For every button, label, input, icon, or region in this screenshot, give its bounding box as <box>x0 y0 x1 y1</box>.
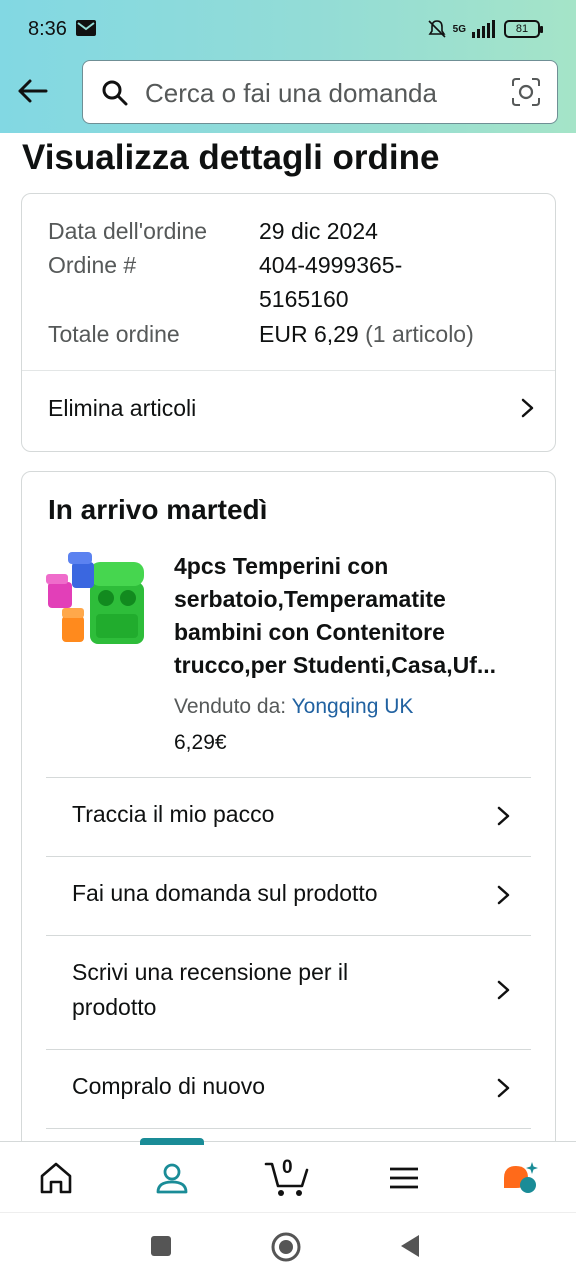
shipment-card: In arrivo martedì 4pcs Temperini con ser… <box>21 471 556 1171</box>
battery-icon: 81 <box>504 20 543 38</box>
chevron-right-icon <box>497 980 510 1000</box>
active-tab-indicator <box>140 1138 204 1145</box>
write-review-label: Scrivi una recensione per il prodotto <box>72 959 349 1020</box>
order-total-items: (1 articolo) <box>365 321 474 347</box>
chevron-right-icon <box>521 398 534 418</box>
order-number-value-line2: 5165160 <box>259 286 349 312</box>
sold-by: Venduto da: Yongqing UK <box>174 695 413 719</box>
order-date-label: Data dell'ordine <box>48 218 208 244</box>
order-summary-card: Data dell'ordine 29 dic 2024 Ordine # 40… <box>21 193 556 452</box>
network-type: 5G <box>452 23 466 35</box>
product-title[interactable]: 4pcs Temperini con serbatoio,Temperamati… <box>174 550 534 682</box>
track-package-label: Traccia il mio pacco <box>72 801 275 827</box>
camera-lens-icon[interactable] <box>511 77 541 107</box>
mail-notification-icon <box>76 20 96 36</box>
back-arrow-icon[interactable] <box>16 74 50 108</box>
search-bar[interactable]: Cerca o fai una domanda <box>82 60 558 124</box>
menu-icon[interactable] <box>384 1158 424 1198</box>
chevron-right-icon <box>497 806 510 826</box>
order-total-amount: EUR 6,29 <box>259 321 359 347</box>
status-time: 8:36 <box>28 18 67 40</box>
track-package-row[interactable]: Traccia il mio pacco <box>46 777 531 857</box>
mute-bell-icon <box>428 20 446 38</box>
delivery-heading: In arrivo martedì <box>48 494 268 525</box>
delete-items-label: Elimina articoli <box>48 395 197 421</box>
order-number-label: Ordine # <box>48 252 137 278</box>
order-total-value: EUR 6,29 (1 articolo) <box>259 317 474 351</box>
write-review-row[interactable]: Scrivi una recensione per il prodotto <box>46 935 531 1049</box>
account-icon[interactable] <box>152 1158 192 1198</box>
buy-again-row[interactable]: Compralo di nuovo <box>46 1049 531 1129</box>
order-number-value-line1: 404-4999365- <box>259 252 403 278</box>
product-price: 6,29€ <box>174 731 227 754</box>
order-total-label: Totale ordine <box>48 321 180 347</box>
signal-icon <box>472 20 495 38</box>
system-navigation-bar <box>0 1212 576 1280</box>
ask-question-row[interactable]: Fai una domanda sul prodotto <box>46 856 531 936</box>
search-icon <box>102 80 128 106</box>
product-image[interactable] <box>44 548 152 656</box>
battery-level: 81 <box>515 23 529 35</box>
search-input[interactable]: Cerca o fai una domanda <box>145 78 437 109</box>
home-button-icon[interactable] <box>270 1231 302 1263</box>
status-bar: 8:36 5G 81 <box>0 0 576 60</box>
buy-again-label: Compralo di nuovo <box>72 1073 266 1099</box>
page-title: Visualizza dettagli ordine <box>22 138 440 177</box>
delete-items-row[interactable]: Elimina articoli <box>22 371 555 451</box>
chevron-right-icon <box>497 1078 510 1098</box>
chevron-right-icon <box>497 885 510 905</box>
status-indicators: 5G 81 <box>427 17 543 41</box>
sold-by-label: Venduto da: <box>174 695 287 718</box>
system-back-icon[interactable] <box>398 1233 422 1259</box>
seller-link[interactable]: Yongqing UK <box>292 695 414 718</box>
home-icon[interactable] <box>36 1158 76 1198</box>
order-date-value: 29 dic 2024 <box>259 218 378 244</box>
recent-apps-icon[interactable] <box>150 1235 172 1257</box>
cart-count: 0 <box>282 1157 293 1178</box>
rufus-assistant-icon[interactable] <box>500 1158 540 1198</box>
ask-question-label: Fai una domanda sul prodotto <box>72 880 378 906</box>
